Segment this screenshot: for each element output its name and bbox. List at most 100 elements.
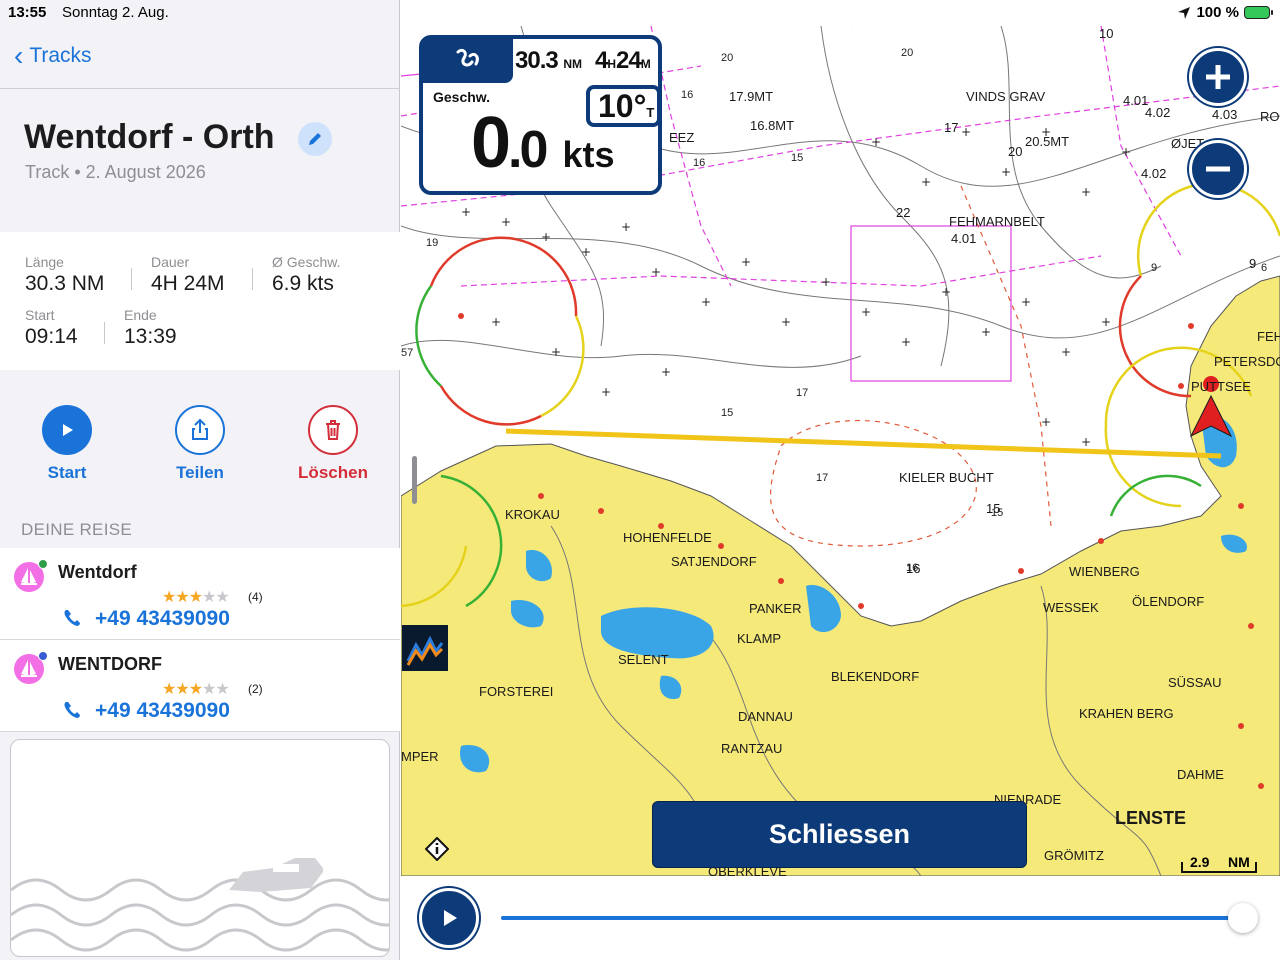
svg-text:+: + bbox=[1101, 315, 1111, 329]
svg-text:+: + bbox=[1081, 185, 1091, 199]
map-label: 17 bbox=[944, 120, 959, 135]
stat-avg-speed: Ø Geschw. 6.9 kts bbox=[272, 254, 340, 296]
section-title: DEINE REISE bbox=[21, 520, 132, 539]
map-label: 15 bbox=[986, 501, 1001, 516]
svg-text:16: 16 bbox=[681, 89, 693, 101]
battery-percent: 100 % bbox=[1196, 4, 1239, 21]
phone-link[interactable]: +49 43439090 bbox=[95, 607, 230, 631]
start-button[interactable]: Start bbox=[17, 405, 117, 483]
stat-end-value: 13:39 bbox=[124, 325, 177, 348]
svg-text:+: + bbox=[1061, 345, 1071, 359]
boat-waves-icon bbox=[11, 858, 389, 952]
map-label: 10 bbox=[1099, 26, 1114, 41]
info-button[interactable] bbox=[424, 836, 450, 862]
svg-text:9: 9 bbox=[1151, 262, 1157, 274]
pencil-icon bbox=[309, 133, 321, 145]
panel-resize-handle[interactable] bbox=[412, 456, 417, 504]
playback-slider-knob[interactable] bbox=[1228, 903, 1258, 933]
overlay-speed-int: 0 bbox=[471, 103, 511, 183]
svg-text:+: + bbox=[1001, 165, 1011, 179]
map-label: DANNAU bbox=[738, 709, 793, 724]
place-name: WENTDORF bbox=[58, 654, 162, 674]
stat-avg-speed-value: 6.9 kts bbox=[272, 272, 334, 295]
svg-text:20: 20 bbox=[901, 47, 913, 59]
svg-text:+: + bbox=[1021, 295, 1031, 309]
stat-divider bbox=[131, 268, 132, 290]
map-label: KLAMP bbox=[737, 631, 782, 646]
map-scale: 2.9 NM bbox=[1180, 852, 1258, 874]
stat-end-label: Ende bbox=[124, 307, 157, 323]
map-label: 4.03 bbox=[1212, 107, 1238, 122]
rating-stars: ★★★★★ bbox=[162, 681, 230, 698]
speed-overlay: 30.3 NM 4H24M Geschw. 0.0 kts 10°T bbox=[419, 35, 662, 195]
map-label: RANTZAU bbox=[721, 741, 783, 756]
svg-text:+: + bbox=[871, 135, 881, 149]
stat-divider bbox=[104, 322, 105, 344]
map-label: FORSTEREI bbox=[479, 684, 554, 699]
svg-text:16: 16 bbox=[693, 157, 705, 169]
chevron-left-icon: ‹ bbox=[14, 40, 24, 71]
play-icon bbox=[42, 405, 92, 455]
svg-text:+: + bbox=[861, 305, 871, 319]
overlay-distance: 30.3 NM bbox=[515, 47, 582, 75]
chart-profile-button[interactable] bbox=[402, 625, 448, 671]
scale-value: 2.9 bbox=[1190, 854, 1210, 870]
map-label: 17.9MT bbox=[729, 89, 774, 104]
app-root: 13:55 Sonntag 2. Aug. 100 % ‹ Tracks Wen… bbox=[0, 0, 1280, 960]
svg-text:19: 19 bbox=[426, 237, 438, 249]
back-button[interactable]: ‹ Tracks bbox=[14, 42, 92, 70]
share-button[interactable]: Teilen bbox=[150, 405, 250, 483]
zoom-out-button[interactable] bbox=[1189, 140, 1247, 198]
map-label: KRAHEN BERG bbox=[1079, 706, 1174, 721]
map-label: 4.02 bbox=[1141, 166, 1167, 181]
svg-text:17: 17 bbox=[816, 472, 828, 484]
overlay-hours-unit: H bbox=[607, 57, 617, 71]
zoom-in-button[interactable] bbox=[1189, 48, 1247, 106]
svg-text:15: 15 bbox=[791, 152, 803, 164]
list-item[interactable]: Wentdorf ★★★★★ (4) +49 43439090 bbox=[0, 548, 400, 640]
map-label: FEHMARNBELT bbox=[949, 214, 1045, 229]
map-label: PANKER bbox=[749, 601, 802, 616]
svg-text:+: + bbox=[921, 175, 931, 189]
scale-unit: NM bbox=[1228, 854, 1250, 870]
track-subtitle: Track • 2. August 2026 bbox=[25, 162, 206, 182]
map-label: DAHME bbox=[1177, 767, 1224, 782]
track-line bbox=[505, 428, 1222, 459]
svg-text:+: + bbox=[701, 295, 711, 309]
status-right: 100 % bbox=[1177, 4, 1273, 21]
map-label: 4.01 bbox=[951, 231, 977, 246]
svg-text:+: + bbox=[741, 255, 751, 269]
stat-duration-value: 4H 24M bbox=[151, 272, 225, 295]
map-label: LENSTE bbox=[1115, 808, 1187, 828]
map-label: 16 bbox=[906, 561, 921, 576]
marina-icon bbox=[14, 559, 48, 592]
list-item[interactable]: WENTDORF ★★★★★ (2) +49 43439090 bbox=[0, 640, 400, 732]
overlay-heading-ref: T bbox=[646, 105, 655, 120]
playback-slider-track[interactable] bbox=[501, 916, 1241, 920]
overlay-speed-unit: kts bbox=[562, 134, 615, 175]
phone-link[interactable]: +49 43439090 bbox=[95, 699, 230, 723]
svg-text:+: + bbox=[651, 265, 661, 279]
delete-button[interactable]: Löschen bbox=[283, 405, 383, 483]
close-button[interactable]: Schliessen bbox=[652, 801, 1027, 868]
start-label: Start bbox=[47, 463, 87, 482]
svg-text:+: + bbox=[781, 315, 791, 329]
status-time: 13:55 bbox=[8, 4, 47, 21]
map-label: SATJENDORF bbox=[671, 554, 757, 569]
phone-icon bbox=[64, 702, 80, 718]
map-label: 20 bbox=[1008, 144, 1023, 159]
minus-icon bbox=[1206, 166, 1230, 172]
map-label: FEH bbox=[1257, 329, 1280, 344]
map-label: SÜSSAU bbox=[1168, 675, 1222, 690]
photo-placeholder bbox=[10, 739, 390, 957]
map-label: VINDS GRAV bbox=[966, 89, 1046, 104]
svg-text:+: + bbox=[821, 275, 831, 289]
edit-title-button[interactable] bbox=[298, 122, 332, 156]
svg-text:+: + bbox=[551, 345, 561, 359]
playback-play-button[interactable] bbox=[419, 888, 479, 948]
map-label: 16.8MT bbox=[750, 118, 795, 133]
map-label: EEZ bbox=[669, 130, 695, 145]
map-label: ÖLENDORF bbox=[1132, 594, 1205, 609]
map-label: KROKAU bbox=[505, 507, 560, 522]
info-icon bbox=[424, 836, 450, 862]
